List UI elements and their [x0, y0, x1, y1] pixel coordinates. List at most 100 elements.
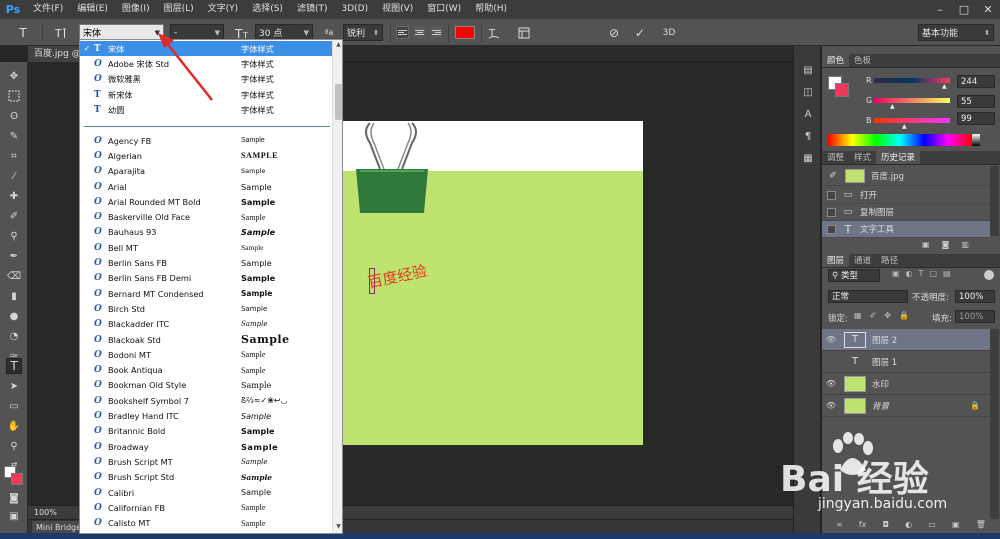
menu-window[interactable]: 窗口(W): [420, 0, 468, 19]
font-option[interactable]: O Bell MT Sample: [80, 240, 334, 255]
font-list-scrollbar[interactable]: ▲ ▼: [332, 40, 342, 533]
eye-icon[interactable]: 👁: [822, 379, 840, 388]
history-snapshot[interactable]: ✐ 百度.jpg: [822, 166, 990, 186]
delete-state-icon[interactable]: ▥: [961, 240, 969, 250]
dodge-tool-icon[interactable]: ◔: [6, 328, 22, 344]
eyedropper-tool-icon[interactable]: ⁄: [6, 168, 22, 184]
font-option[interactable]: O Brush Script Std Sample: [80, 470, 334, 485]
font-option[interactable]: O Berlin Sans FB Demi Sample: [80, 271, 334, 286]
commit-edits-icon[interactable]: ✓: [633, 24, 647, 41]
filter-adjustment-icon[interactable]: ◐: [906, 269, 913, 282]
eye-icon[interactable]: 👁: [822, 401, 840, 410]
tab-layers[interactable]: 图层: [822, 254, 850, 267]
font-option[interactable]: O Book Antiqua Sample: [80, 363, 334, 378]
minimize-button[interactable]: –: [928, 0, 952, 19]
character-panel-icon[interactable]: A: [800, 106, 816, 122]
color-spectrum-bw[interactable]: [972, 134, 980, 146]
r-slider[interactable]: [874, 78, 950, 83]
menu-layer[interactable]: 图层(L): [157, 0, 201, 19]
tab-swatches[interactable]: 色板: [849, 54, 876, 67]
snapshot-camera-icon[interactable]: ◙: [942, 240, 950, 250]
healing-brush-tool-icon[interactable]: ✚: [6, 188, 22, 204]
filter-smart-object-icon[interactable]: ▤: [943, 269, 951, 282]
tab-styles[interactable]: 样式: [849, 151, 876, 164]
font-option[interactable]: O Blackoak Std Sample: [80, 332, 334, 347]
color-panel-bg-swatch[interactable]: [835, 83, 849, 97]
font-option[interactable]: O Berlin Sans FB Sample: [80, 255, 334, 270]
font-option[interactable]: O Bookshelf Symbol 7 ß⅔≈✓❀↩◡: [80, 393, 334, 408]
color-spectrum[interactable]: [828, 134, 972, 146]
layer-row[interactable]: 👁 水印: [822, 373, 990, 395]
history-source-checkbox[interactable]: [827, 224, 836, 234]
filter-pixel-icon[interactable]: ▣: [892, 269, 900, 282]
delete-layer-icon[interactable]: 🗑: [976, 520, 986, 532]
align-left-button[interactable]: [396, 24, 409, 41]
blur-tool-icon[interactable]: ●: [6, 308, 22, 324]
history-step-open[interactable]: ▭ 打开: [822, 187, 990, 204]
tab-history[interactable]: 历史记录: [876, 151, 921, 164]
filter-type-icon[interactable]: T: [919, 269, 924, 282]
quick-mask-icon[interactable]: ◙: [6, 490, 22, 506]
b-slider[interactable]: [874, 118, 950, 123]
quick-select-tool-icon[interactable]: ✎: [6, 128, 22, 144]
antialias-combo[interactable]: 锐利 ⬍: [343, 24, 383, 41]
hand-tool-icon[interactable]: ✋: [6, 418, 22, 434]
font-option[interactable]: O Baskerville Old Face Sample: [80, 210, 334, 225]
zoom-tool-icon[interactable]: ⚲: [6, 438, 22, 454]
filter-shape-icon[interactable]: ▢: [929, 269, 937, 282]
tab-channels[interactable]: 通道: [849, 254, 876, 267]
history-panel-icon[interactable]: ▤: [800, 62, 816, 78]
history-brush-tool-icon[interactable]: ✒: [6, 248, 22, 264]
font-option[interactable]: O Blackadder ITC Sample: [80, 317, 334, 332]
clone-stamp-tool-icon[interactable]: ⚲: [6, 228, 22, 244]
menu-view[interactable]: 视图(V): [375, 0, 420, 19]
tab-adjustments[interactable]: 调整: [822, 151, 849, 164]
layer-style-icon[interactable]: fx: [859, 520, 867, 532]
layer-filter-combo[interactable]: ⚲ 类型: [828, 269, 880, 282]
menu-file[interactable]: 文件(F): [26, 0, 70, 19]
fill-field[interactable]: 100%: [955, 310, 995, 323]
font-option[interactable]: O Birch Std Sample: [80, 301, 334, 316]
history-scrollbar[interactable]: [990, 166, 999, 236]
g-value[interactable]: 55: [957, 95, 995, 108]
font-option[interactable]: O Arial Rounded MT Bold Sample: [80, 194, 334, 209]
font-option[interactable]: O Aparajita Sample: [80, 164, 334, 179]
layer-name[interactable]: 背景: [872, 400, 889, 412]
menu-3d[interactable]: 3D(D): [334, 0, 375, 19]
text-color-swatch[interactable]: [455, 26, 475, 39]
lasso-tool-icon[interactable]: ʘ: [6, 108, 22, 124]
font-option[interactable]: O Bernard MT Condensed Sample: [80, 286, 334, 301]
add-mask-icon[interactable]: ◘: [883, 520, 889, 532]
font-option-recent[interactable]: T 新宋体 字体样式: [80, 87, 334, 102]
layer-name[interactable]: 图层 2: [872, 334, 897, 346]
menu-select[interactable]: 选择(S): [245, 0, 290, 19]
crop-tool-icon[interactable]: ⌗: [6, 148, 22, 164]
font-option[interactable]: O Algerian SAMPLE: [80, 148, 334, 163]
layer-row[interactable]: 👁 背景 🔒: [822, 395, 990, 417]
tab-paths[interactable]: 路径: [876, 254, 903, 267]
b-slider-handle[interactable]: ▲: [902, 123, 907, 130]
menu-help[interactable]: 帮助(H): [468, 0, 514, 19]
eye-icon[interactable]: 👁: [822, 335, 840, 344]
scroll-down-arrow-icon[interactable]: ▼: [333, 522, 342, 532]
opacity-field[interactable]: 100%: [955, 290, 995, 303]
text-orientation-icon[interactable]: T: [52, 24, 68, 41]
maximize-button[interactable]: □: [952, 0, 976, 19]
history-source-checkbox[interactable]: [827, 207, 836, 217]
text-tool-preset-icon[interactable]: T: [16, 24, 30, 41]
warp-text-icon[interactable]: T: [487, 24, 501, 41]
history-step-duplicate[interactable]: ▭ 复制图层: [822, 204, 990, 221]
shape-tool-icon[interactable]: ▭: [6, 398, 22, 414]
background-color-swatch[interactable]: [11, 473, 23, 485]
scrollbar-thumb[interactable]: [335, 84, 342, 120]
font-option-recent[interactable]: T 幼圆 字体样式: [80, 102, 334, 117]
r-value[interactable]: 244: [957, 75, 995, 88]
blend-mode-combo[interactable]: 正常: [828, 290, 908, 303]
path-select-tool-icon[interactable]: ➤: [6, 378, 22, 394]
link-layers-icon[interactable]: ∞: [836, 520, 843, 532]
history-source-checkbox[interactable]: [827, 190, 836, 200]
font-option[interactable]: O Bradley Hand ITC Sample: [80, 408, 334, 423]
swatches-dock-icon[interactable]: ▦: [800, 150, 816, 166]
font-option[interactable]: O Calibri Sample: [80, 485, 334, 500]
paragraph-panel-icon[interactable]: ¶: [800, 128, 816, 144]
